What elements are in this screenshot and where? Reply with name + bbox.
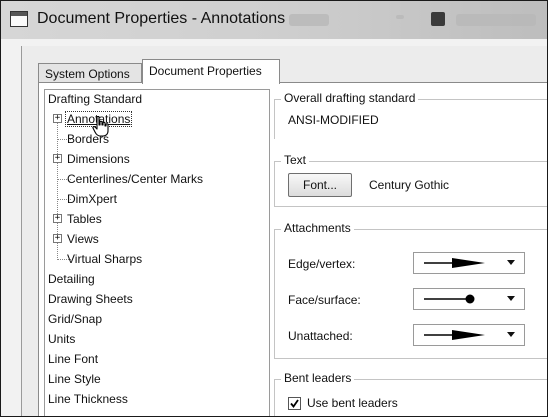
tree-item-views[interactable]: Views	[67, 231, 99, 247]
text-group: Text Font... Century Gothic	[274, 153, 547, 207]
filled-arrow-icon	[424, 330, 485, 340]
background-window-blur	[396, 15, 404, 19]
dialog-body: System Options Document Properties Draft…	[21, 46, 547, 416]
overall-standard-group: Overall drafting standard ANSI-MODIFIED	[274, 91, 547, 139]
overall-standard-value: ANSI-MODIFIED	[288, 113, 379, 127]
expand-plus-icon[interactable]: +	[53, 154, 62, 163]
window-icon	[10, 11, 28, 27]
chevron-down-icon	[507, 296, 515, 301]
text-group-title: Text	[281, 153, 310, 167]
edge-vertex-select[interactable]	[413, 252, 525, 274]
overall-standard-group-title: Overall drafting standard	[281, 91, 419, 105]
tree-item-line-thickness[interactable]: Line Thickness	[48, 391, 128, 407]
background-window-blur	[456, 14, 536, 26]
bent-leaders-group-title: Bent leaders	[281, 371, 355, 385]
attachments-group: Attachments Edge/vertex: Face/surface: U…	[274, 221, 547, 359]
tree-item-line-style[interactable]: Line Style	[48, 371, 101, 387]
tree-item-tables[interactable]: Tables	[67, 211, 102, 227]
expand-plus-icon[interactable]: +	[53, 114, 62, 123]
dot-icon	[424, 294, 475, 304]
bent-leaders-group: Bent leaders Use bent leaders	[274, 371, 547, 416]
tree-item-virtual-sharps[interactable]: Virtual Sharps	[67, 251, 142, 267]
face-surface-label: Face/surface:	[288, 293, 361, 307]
background-window-icon	[431, 12, 445, 26]
tree-item-units[interactable]: Units	[48, 331, 75, 347]
tree-item-detailing[interactable]: Detailing	[48, 271, 95, 287]
chevron-down-icon	[507, 260, 515, 265]
tree-item-line-font[interactable]: Line Font	[48, 351, 98, 367]
filled-arrow-icon	[424, 258, 485, 268]
tree-item-drawing-sheets[interactable]: Drawing Sheets	[48, 291, 133, 307]
hand-cursor-icon	[92, 116, 109, 137]
font-name: Century Gothic	[369, 178, 450, 192]
tab-document-properties[interactable]: Document Properties	[142, 59, 280, 84]
font-button[interactable]: Font...	[288, 173, 352, 197]
unattached-select[interactable]	[413, 324, 525, 346]
background-window-blur	[289, 14, 329, 26]
face-surface-select[interactable]	[413, 288, 525, 310]
attachments-group-title: Attachments	[281, 221, 354, 235]
tree-item-drafting-standard[interactable]: Drafting Standard	[48, 91, 142, 107]
chevron-down-icon	[507, 332, 515, 337]
tab-system-options[interactable]: System Options	[38, 63, 142, 83]
use-bent-leaders-checkbox[interactable]	[288, 397, 301, 410]
options-tree[interactable]: Drafting Standard + Annotations Borders …	[44, 89, 270, 416]
tree-item-grid-snap[interactable]: Grid/Snap	[48, 311, 102, 327]
window-title: Document Properties - Annotations	[37, 10, 286, 27]
tab-panel: Drafting Standard + Annotations Borders …	[38, 82, 547, 416]
tree-item-centerlines[interactable]: Centerlines/Center Marks	[67, 171, 203, 187]
title-bar[interactable]: Document Properties - Annotations	[1, 1, 547, 39]
expand-plus-icon[interactable]: +	[53, 234, 62, 243]
edge-vertex-label: Edge/vertex:	[288, 257, 356, 271]
document-properties-dialog: Document Properties - Annotations System…	[0, 0, 548, 417]
use-bent-leaders-label[interactable]: Use bent leaders	[307, 396, 398, 410]
unattached-label: Unattached:	[288, 329, 353, 343]
tree-item-dimxpert[interactable]: DimXpert	[67, 191, 117, 207]
checkmark-icon	[290, 399, 299, 408]
tree-item-dimensions[interactable]: Dimensions	[67, 151, 130, 167]
expand-plus-icon[interactable]: +	[53, 214, 62, 223]
